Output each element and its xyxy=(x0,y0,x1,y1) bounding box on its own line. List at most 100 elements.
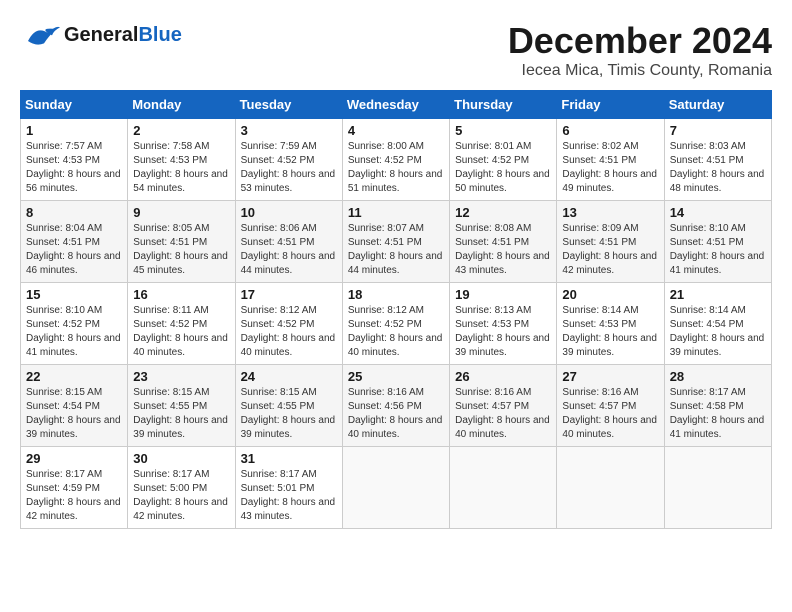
day-info: Sunrise: 7:58 AM Sunset: 4:53 PM Dayligh… xyxy=(133,140,229,196)
table-row: 13 Sunrise: 8:09 AM Sunset: 4:51 PM Dayl… xyxy=(557,201,664,283)
sunrise-label: Sunrise: 8:11 AM xyxy=(133,305,208,316)
title-section: December 2024 Iecea Mica, Timis County, … xyxy=(508,20,772,80)
day-info: Sunrise: 8:09 AM Sunset: 4:51 PM Dayligh… xyxy=(562,222,658,278)
table-row xyxy=(342,447,449,529)
sunset-label: Sunset: 4:51 PM xyxy=(562,155,636,166)
day-info: Sunrise: 8:10 AM Sunset: 4:51 PM Dayligh… xyxy=(670,222,766,278)
day-number: 22 xyxy=(26,369,122,384)
day-number: 17 xyxy=(241,287,337,302)
sunrise-label: Sunrise: 8:02 AM xyxy=(562,141,638,152)
table-row: 15 Sunrise: 8:10 AM Sunset: 4:52 PM Dayl… xyxy=(21,283,128,365)
day-info: Sunrise: 8:14 AM Sunset: 4:54 PM Dayligh… xyxy=(670,304,766,360)
table-row: 7 Sunrise: 8:03 AM Sunset: 4:51 PM Dayli… xyxy=(664,119,771,201)
day-number: 15 xyxy=(26,287,122,302)
calendar-week-3: 15 Sunrise: 8:10 AM Sunset: 4:52 PM Dayl… xyxy=(21,283,772,365)
sunrise-label: Sunrise: 8:16 AM xyxy=(562,387,638,398)
sunrise-label: Sunrise: 7:58 AM xyxy=(133,141,209,152)
table-row: 6 Sunrise: 8:02 AM Sunset: 4:51 PM Dayli… xyxy=(557,119,664,201)
day-info: Sunrise: 8:05 AM Sunset: 4:51 PM Dayligh… xyxy=(133,222,229,278)
daylight-label: Daylight: 8 hours and 43 minutes. xyxy=(455,251,550,276)
table-row xyxy=(557,447,664,529)
day-number: 13 xyxy=(562,205,658,220)
daylight-label: Daylight: 8 hours and 45 minutes. xyxy=(133,251,228,276)
day-info: Sunrise: 7:59 AM Sunset: 4:52 PM Dayligh… xyxy=(241,140,337,196)
day-number: 2 xyxy=(133,123,229,138)
sunrise-label: Sunrise: 8:15 AM xyxy=(26,387,102,398)
sunset-label: Sunset: 4:56 PM xyxy=(348,401,422,412)
table-row: 25 Sunrise: 8:16 AM Sunset: 4:56 PM Dayl… xyxy=(342,365,449,447)
sunset-label: Sunset: 4:53 PM xyxy=(455,319,529,330)
day-number: 8 xyxy=(26,205,122,220)
header-thursday: Thursday xyxy=(450,91,557,119)
sunset-label: Sunset: 4:55 PM xyxy=(241,401,315,412)
daylight-label: Daylight: 8 hours and 44 minutes. xyxy=(241,251,336,276)
day-info: Sunrise: 8:06 AM Sunset: 4:51 PM Dayligh… xyxy=(241,222,337,278)
sunrise-label: Sunrise: 8:07 AM xyxy=(348,223,424,234)
table-row: 22 Sunrise: 8:15 AM Sunset: 4:54 PM Dayl… xyxy=(21,365,128,447)
table-row: 3 Sunrise: 7:59 AM Sunset: 4:52 PM Dayli… xyxy=(235,119,342,201)
sunrise-label: Sunrise: 8:16 AM xyxy=(348,387,424,398)
sunrise-label: Sunrise: 8:00 AM xyxy=(348,141,424,152)
daylight-label: Daylight: 8 hours and 54 minutes. xyxy=(133,169,228,194)
table-row: 1 Sunrise: 7:57 AM Sunset: 4:53 PM Dayli… xyxy=(21,119,128,201)
daylight-label: Daylight: 8 hours and 50 minutes. xyxy=(455,169,550,194)
table-row: 30 Sunrise: 8:17 AM Sunset: 5:00 PM Dayl… xyxy=(128,447,235,529)
day-number: 19 xyxy=(455,287,551,302)
sunrise-label: Sunrise: 8:14 AM xyxy=(670,305,746,316)
table-row: 18 Sunrise: 8:12 AM Sunset: 4:52 PM Dayl… xyxy=(342,283,449,365)
sunset-label: Sunset: 4:53 PM xyxy=(133,155,207,166)
sunrise-label: Sunrise: 8:13 AM xyxy=(455,305,531,316)
sunset-label: Sunset: 4:58 PM xyxy=(670,401,744,412)
table-row: 16 Sunrise: 8:11 AM Sunset: 4:52 PM Dayl… xyxy=(128,283,235,365)
sunrise-label: Sunrise: 7:59 AM xyxy=(241,141,317,152)
day-info: Sunrise: 8:17 AM Sunset: 5:01 PM Dayligh… xyxy=(241,468,337,524)
header-wednesday: Wednesday xyxy=(342,91,449,119)
table-row: 17 Sunrise: 8:12 AM Sunset: 4:52 PM Dayl… xyxy=(235,283,342,365)
daylight-label: Daylight: 8 hours and 40 minutes. xyxy=(562,415,657,440)
sunrise-label: Sunrise: 8:12 AM xyxy=(241,305,317,316)
day-number: 31 xyxy=(241,451,337,466)
sunset-label: Sunset: 4:52 PM xyxy=(241,155,315,166)
sunrise-label: Sunrise: 8:12 AM xyxy=(348,305,424,316)
daylight-label: Daylight: 8 hours and 39 minutes. xyxy=(133,415,228,440)
sunrise-label: Sunrise: 8:15 AM xyxy=(133,387,209,398)
day-info: Sunrise: 8:16 AM Sunset: 4:57 PM Dayligh… xyxy=(455,386,551,442)
daylight-label: Daylight: 8 hours and 40 minutes. xyxy=(241,333,336,358)
table-row: 29 Sunrise: 8:17 AM Sunset: 4:59 PM Dayl… xyxy=(21,447,128,529)
table-row: 23 Sunrise: 8:15 AM Sunset: 4:55 PM Dayl… xyxy=(128,365,235,447)
calendar-header-row: Sunday Monday Tuesday Wednesday Thursday… xyxy=(21,91,772,119)
sunrise-label: Sunrise: 8:14 AM xyxy=(562,305,638,316)
day-number: 14 xyxy=(670,205,766,220)
day-number: 21 xyxy=(670,287,766,302)
calendar-week-2: 8 Sunrise: 8:04 AM Sunset: 4:51 PM Dayli… xyxy=(21,201,772,283)
table-row: 24 Sunrise: 8:15 AM Sunset: 4:55 PM Dayl… xyxy=(235,365,342,447)
daylight-label: Daylight: 8 hours and 40 minutes. xyxy=(348,415,443,440)
sunset-label: Sunset: 4:52 PM xyxy=(241,319,315,330)
day-info: Sunrise: 8:14 AM Sunset: 4:53 PM Dayligh… xyxy=(562,304,658,360)
logo-blue: Blue xyxy=(138,24,181,46)
daylight-label: Daylight: 8 hours and 41 minutes. xyxy=(670,415,765,440)
sunset-label: Sunset: 4:57 PM xyxy=(562,401,636,412)
day-info: Sunrise: 8:17 AM Sunset: 4:59 PM Dayligh… xyxy=(26,468,122,524)
month-title: December 2024 xyxy=(508,20,772,62)
day-number: 10 xyxy=(241,205,337,220)
table-row: 10 Sunrise: 8:06 AM Sunset: 4:51 PM Dayl… xyxy=(235,201,342,283)
day-info: Sunrise: 8:13 AM Sunset: 4:53 PM Dayligh… xyxy=(455,304,551,360)
sunset-label: Sunset: 5:01 PM xyxy=(241,483,315,494)
daylight-label: Daylight: 8 hours and 46 minutes. xyxy=(26,251,121,276)
day-info: Sunrise: 8:15 AM Sunset: 4:55 PM Dayligh… xyxy=(241,386,337,442)
daylight-label: Daylight: 8 hours and 53 minutes. xyxy=(241,169,336,194)
sunrise-label: Sunrise: 8:01 AM xyxy=(455,141,531,152)
sunrise-label: Sunrise: 8:15 AM xyxy=(241,387,317,398)
sunrise-label: Sunrise: 8:08 AM xyxy=(455,223,531,234)
day-number: 20 xyxy=(562,287,658,302)
day-info: Sunrise: 8:15 AM Sunset: 4:54 PM Dayligh… xyxy=(26,386,122,442)
header-monday: Monday xyxy=(128,91,235,119)
table-row: 26 Sunrise: 8:16 AM Sunset: 4:57 PM Dayl… xyxy=(450,365,557,447)
day-info: Sunrise: 8:17 AM Sunset: 4:58 PM Dayligh… xyxy=(670,386,766,442)
daylight-label: Daylight: 8 hours and 49 minutes. xyxy=(562,169,657,194)
day-number: 28 xyxy=(670,369,766,384)
header-friday: Friday xyxy=(557,91,664,119)
table-row: 11 Sunrise: 8:07 AM Sunset: 4:51 PM Dayl… xyxy=(342,201,449,283)
day-info: Sunrise: 8:07 AM Sunset: 4:51 PM Dayligh… xyxy=(348,222,444,278)
